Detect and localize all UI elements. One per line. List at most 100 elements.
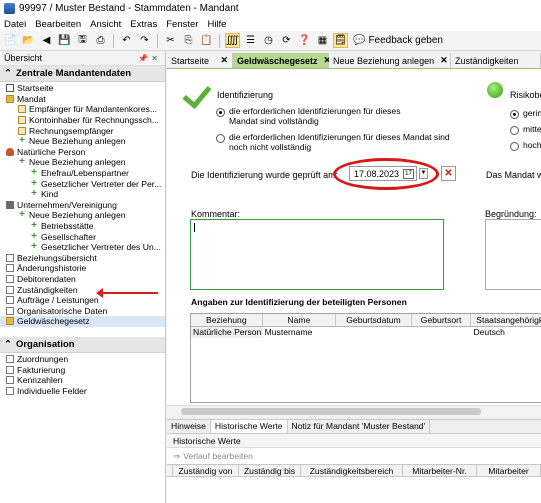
- tree-item-beziehungsuebersicht[interactable]: Beziehungsübersicht: [0, 253, 165, 264]
- paste-icon[interactable]: 📋: [199, 33, 214, 48]
- radio-button[interactable]: [510, 126, 519, 135]
- close-icon[interactable]: ✕: [440, 55, 448, 66]
- list-view-icon[interactable]: ☰: [243, 33, 258, 48]
- reason-textarea[interactable]: [485, 219, 541, 290]
- date-label: Die Identifizierung wurde geprüft am:: [191, 170, 339, 180]
- edit-history-label: Verlauf bearbeiten: [183, 451, 253, 461]
- radio-complete[interactable]: die erforderlichen Identifizierungen für…: [216, 106, 431, 126]
- menu-bearbeiten[interactable]: Bearbeiten: [35, 19, 81, 30]
- tab-hinweise[interactable]: Hinweise: [167, 420, 211, 433]
- radio-incomplete[interactable]: die erforderlichen Identifizierungen für…: [216, 132, 456, 152]
- tree-item-betriebsstaette[interactable]: + Betriebsstätte: [0, 221, 165, 232]
- column-header[interactable]: Name: [263, 314, 337, 326]
- tree-item-gesetzlicher-vertreter-un[interactable]: + Gesetzlicher Vertreter des Un...: [0, 242, 165, 253]
- column-header[interactable]: Zuständig von: [173, 465, 239, 476]
- tree-item-empfaenger[interactable]: Empfänger für Mandantenkores...: [0, 104, 165, 115]
- section-zentrale-mandantendaten[interactable]: ⌃ Zentrale Mandantendaten: [0, 66, 165, 82]
- column-header[interactable]: Beziehung: [191, 314, 263, 326]
- new-document-icon[interactable]: 📄: [3, 33, 18, 48]
- menu-hilfe[interactable]: Hilfe: [207, 19, 226, 30]
- horizontal-scrollbar[interactable]: [167, 405, 541, 417]
- clock-icon[interactable]: ◷: [261, 33, 276, 48]
- tree-item-neue-beziehung[interactable]: + Neue Beziehung anlegen: [0, 136, 165, 147]
- column-header[interactable]: Zuständig bis: [239, 465, 301, 476]
- tree-item-individuelle-felder[interactable]: Individuelle Felder: [0, 385, 165, 396]
- column-header[interactable]: Mitarbeiter: [477, 465, 541, 476]
- tree-item-aenderungshistorie[interactable]: Änderungshistorie: [0, 263, 165, 274]
- tree-item-mandat[interactable]: Mandat: [0, 94, 165, 105]
- tree-item-neue-beziehung[interactable]: + Neue Beziehung anlegen: [0, 210, 165, 221]
- tab-neue-beziehung[interactable]: Neue Beziehung anlegen ✕: [329, 53, 451, 68]
- column-header[interactable]: Geburtsort: [412, 314, 472, 326]
- tree-item-gesellschafter[interactable]: + Gesellschafter: [0, 231, 165, 242]
- tree-item-organisatorische-daten[interactable]: Organisatorische Daten: [0, 305, 165, 316]
- tree-item-startseite[interactable]: Startseite: [0, 83, 165, 94]
- print-icon[interactable]: ⎙: [93, 33, 108, 48]
- menu-extras[interactable]: Extras: [130, 19, 157, 30]
- tab-geldwaeschegesetz[interactable]: Geldwäschegesetz ✕: [233, 53, 331, 68]
- tree-item-kennzahlen[interactable]: Kennzahlen: [0, 375, 165, 386]
- bottom-panel: Hinweise Historische Werte Notiz für Man…: [167, 419, 541, 503]
- column-header[interactable]: Mitarbeiter-Nr.: [403, 465, 477, 476]
- tree-item-kind[interactable]: + Kind: [0, 189, 165, 200]
- column-header[interactable]: Geburtsdatum: [336, 314, 412, 326]
- comment-textarea[interactable]: [190, 219, 444, 290]
- tree-item-gesetzlicher-vertreter-person[interactable]: + Gesetzlicher Vertreter der Per...: [0, 178, 165, 189]
- app-icon: [4, 3, 15, 14]
- save-icon[interactable]: 💾: [57, 33, 72, 48]
- column-header[interactable]: Staatsangehörigk: [471, 314, 541, 326]
- tree-item-auftraege[interactable]: Aufträge / Leistungen: [0, 295, 165, 306]
- clear-date-button[interactable]: ✕: [441, 166, 456, 181]
- notes-icon[interactable]: 🗒: [333, 33, 348, 48]
- redo-icon[interactable]: ↷: [137, 33, 152, 48]
- layout-icon[interactable]: ▦: [315, 33, 330, 48]
- tree-item-ehefrau[interactable]: + Ehefrau/Lebenspartner: [0, 168, 165, 179]
- collapse-icon[interactable]: ⌃: [4, 339, 12, 350]
- collapse-icon[interactable]: ⌃: [4, 68, 12, 79]
- back-icon[interactable]: ◀: [39, 33, 54, 48]
- tree-item-zuordnungen[interactable]: Zuordnungen: [0, 354, 165, 365]
- edit-history-button[interactable]: ⇒ Verlauf bearbeiten: [167, 448, 541, 464]
- tree-item-label: Mandat: [17, 93, 46, 104]
- refresh-icon[interactable]: ⟳: [279, 33, 294, 48]
- radio-button[interactable]: [510, 142, 519, 151]
- tree-item-label: Kennzahlen: [17, 375, 63, 386]
- tree-item-debitorendaten[interactable]: Debitorendaten: [0, 274, 165, 285]
- radio-button-checked[interactable]: [510, 110, 519, 119]
- pin-close-icon[interactable]: 📌✕: [138, 54, 161, 63]
- feedback-button[interactable]: 💬 Feedback geben: [353, 35, 443, 46]
- section-label: Historische Werte: [167, 434, 541, 448]
- undo-icon[interactable]: ↶: [119, 33, 134, 48]
- tree-item-kontoinhaber[interactable]: Kontoinhaber für Rechnungssch...: [0, 115, 165, 126]
- save-all-icon[interactable]: 🖫: [75, 33, 90, 48]
- tab-startseite[interactable]: Startseite ✕: [167, 53, 233, 68]
- radio-risk-medium[interactable]: mitte: [510, 124, 541, 135]
- open-folder-icon[interactable]: 📂: [21, 33, 36, 48]
- tab-historische-werte[interactable]: Historische Werte: [210, 420, 288, 433]
- tree-view-icon[interactable]: ⨌: [225, 33, 240, 48]
- table-row[interactable]: Natürliche Person Mustername Deutsch: [191, 327, 541, 338]
- tree-item-geldwaeschegesetz[interactable]: Geldwäschegesetz: [0, 316, 165, 327]
- tree-item-fakturierung[interactable]: Fakturierung: [0, 364, 165, 375]
- radio-button[interactable]: [216, 134, 225, 143]
- tab-zustaendigkeiten[interactable]: Zuständigkeiten: [451, 53, 541, 68]
- section-organisation[interactable]: ⌃ Organisation: [0, 336, 165, 353]
- tree-item-label: Organisatorische Daten: [17, 305, 108, 316]
- radio-risk-low[interactable]: gerin: [510, 108, 541, 119]
- column-header[interactable]: Zuständigkeitsbereich: [301, 465, 403, 476]
- menu-ansicht[interactable]: Ansicht: [90, 19, 121, 30]
- copy-icon[interactable]: ⎘: [181, 33, 196, 48]
- panel-header-title: Übersicht: [4, 53, 43, 63]
- help-icon[interactable]: ❓: [297, 33, 312, 48]
- tab-notiz[interactable]: Notiz für Mandant 'Muster Bestand': [288, 420, 431, 433]
- page-icon: [6, 306, 14, 315]
- scrollbar-thumb[interactable]: [181, 408, 481, 415]
- menu-fenster[interactable]: Fenster: [166, 19, 198, 30]
- radio-risk-high[interactable]: hoch: [510, 140, 541, 151]
- radio-button-checked[interactable]: [216, 108, 225, 117]
- cut-icon[interactable]: ✂: [163, 33, 178, 48]
- close-icon[interactable]: ✕: [220, 55, 228, 66]
- document-tabs: Startseite ✕ Geldwäschegesetz ✕ Neue Bez…: [167, 53, 541, 69]
- tree-item-neue-beziehung[interactable]: + Neue Beziehung anlegen: [0, 157, 165, 168]
- menu-datei[interactable]: Datei: [4, 19, 26, 30]
